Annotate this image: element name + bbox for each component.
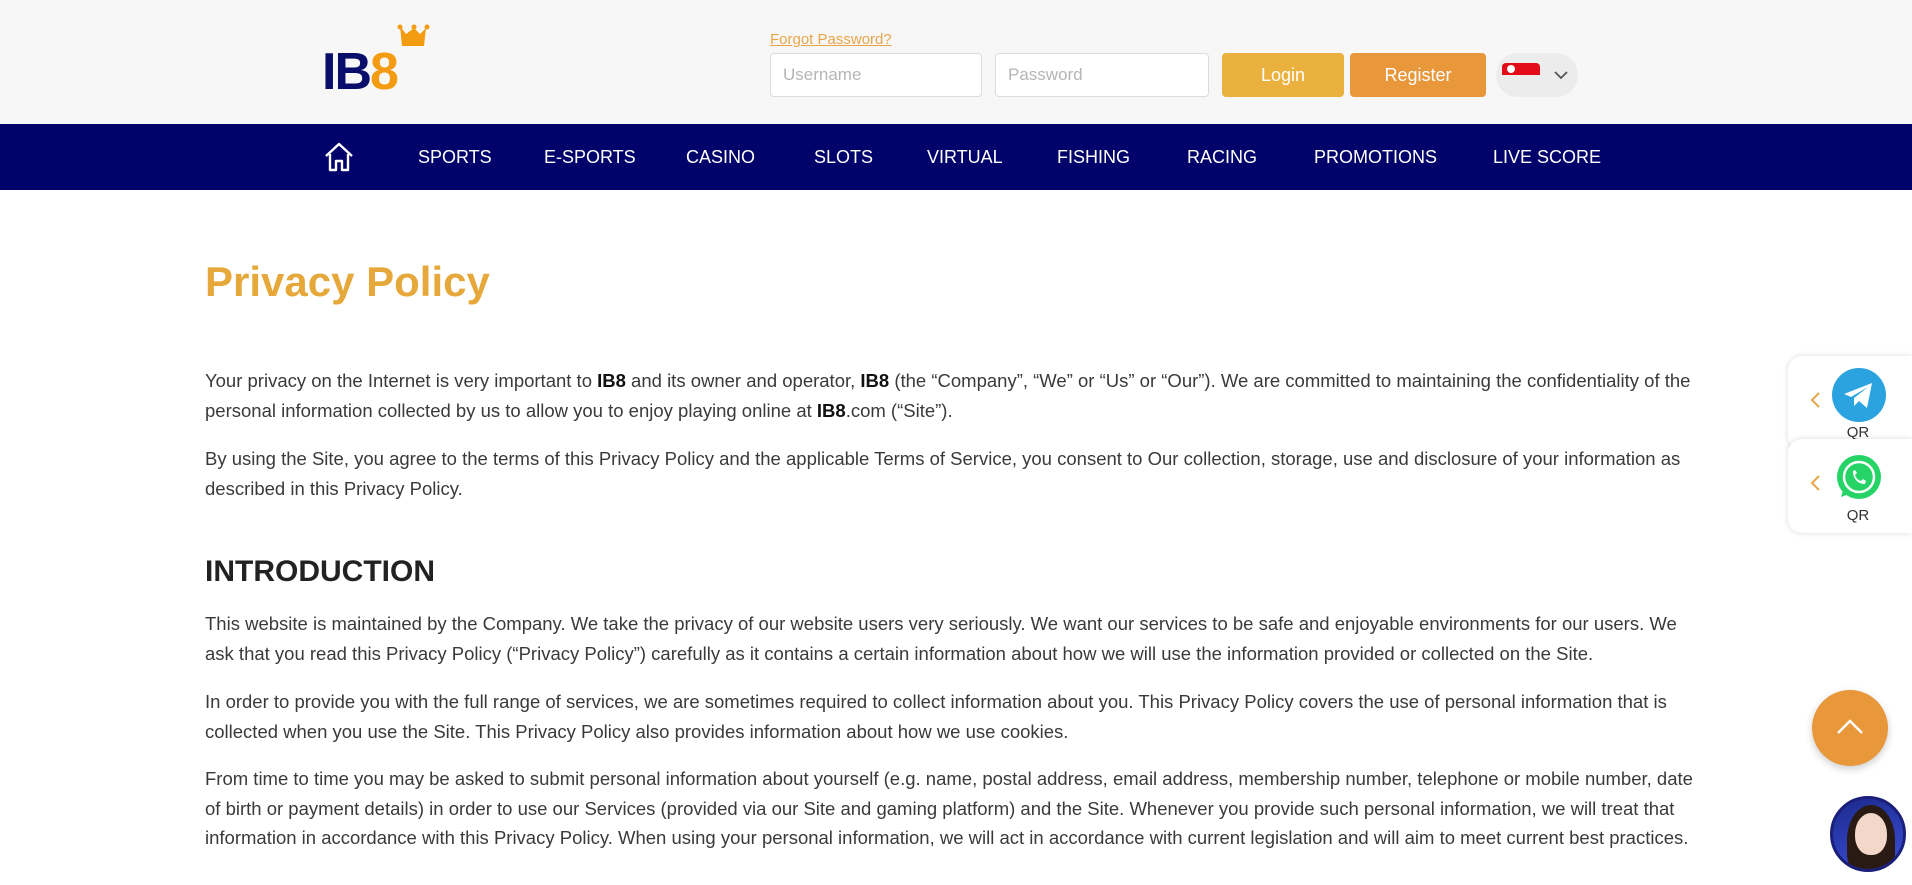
site-header: IB8 Forgot Password? Login Register <box>0 0 1912 124</box>
chevron-down-icon <box>1554 71 1568 80</box>
nav-item-live-score[interactable]: LIVE SCORE <box>1493 124 1601 190</box>
back-to-top-button[interactable] <box>1812 690 1888 766</box>
brand-name: IB8 <box>816 399 846 421</box>
nav-item-virtual[interactable]: VIRTUAL <box>927 124 1003 190</box>
brand-name: IB8 <box>597 370 626 391</box>
nav-item-casino[interactable]: CASINO <box>686 124 755 190</box>
section-heading-introduction: INTRODUCTION <box>205 555 435 588</box>
introduction-paragraph-2: In order to provide you with the full ra… <box>205 691 1667 742</box>
nav-item-promotions[interactable]: PROMOTIONS <box>1314 124 1437 190</box>
password-input[interactable] <box>995 53 1209 97</box>
telegram-qr-widget[interactable]: QR <box>1788 356 1912 450</box>
logo-ib: IB <box>322 43 372 101</box>
nav-item-racing[interactable]: RACING <box>1187 124 1257 190</box>
nav-item-slots[interactable]: SLOTS <box>814 124 873 190</box>
avatar-face <box>1855 813 1887 855</box>
main-nav: SPORTS E-SPORTS CASINO SLOTS VIRTUAL FIS… <box>0 124 1912 190</box>
introduction-paragraph-1: This website is maintained by the Compan… <box>205 613 1677 664</box>
nav-item-esports[interactable]: E-SPORTS <box>544 124 636 190</box>
intro-paragraph: Your privacy on the Internet is very imp… <box>205 366 1705 425</box>
live-chat-avatar[interactable] <box>1830 796 1906 872</box>
singapore-flag-icon <box>1502 63 1540 87</box>
login-button[interactable]: Login <box>1222 53 1344 97</box>
brand-name: IB8 <box>860 370 890 391</box>
introduction-paragraph-3: From time to time you may be asked to su… <box>205 768 1693 848</box>
ib8-logo[interactable]: IB8 <box>322 24 436 100</box>
consent-paragraph: By using the Site, you agree to the term… <box>205 448 1681 499</box>
nav-item-fishing[interactable]: FISHING <box>1057 124 1130 190</box>
chevron-left-icon <box>1810 475 1820 491</box>
telegram-icon <box>1832 368 1886 422</box>
username-input[interactable] <box>770 53 982 97</box>
forgot-password-link[interactable]: Forgot Password? <box>770 31 892 48</box>
page-title: Privacy Policy <box>205 258 490 305</box>
text-segment: Your privacy on the Internet is very imp… <box>205 370 598 391</box>
logo-eight: 8 <box>370 43 399 101</box>
text-segment: and its owner and operator, <box>625 370 861 391</box>
logo-text: IB8 <box>322 43 399 101</box>
nav-item-sports[interactable]: SPORTS <box>418 124 492 190</box>
chevron-up-icon <box>1837 719 1863 734</box>
whatsapp-icon <box>1837 455 1881 499</box>
language-selector[interactable] <box>1496 53 1578 97</box>
chevron-left-icon <box>1810 392 1820 408</box>
register-button[interactable]: Register <box>1350 53 1486 97</box>
home-icon[interactable] <box>322 140 356 174</box>
text-segment: .com (“Site”). <box>845 399 953 421</box>
whatsapp-qr-widget[interactable]: QR <box>1788 439 1912 533</box>
qr-label: QR <box>1846 507 1870 524</box>
